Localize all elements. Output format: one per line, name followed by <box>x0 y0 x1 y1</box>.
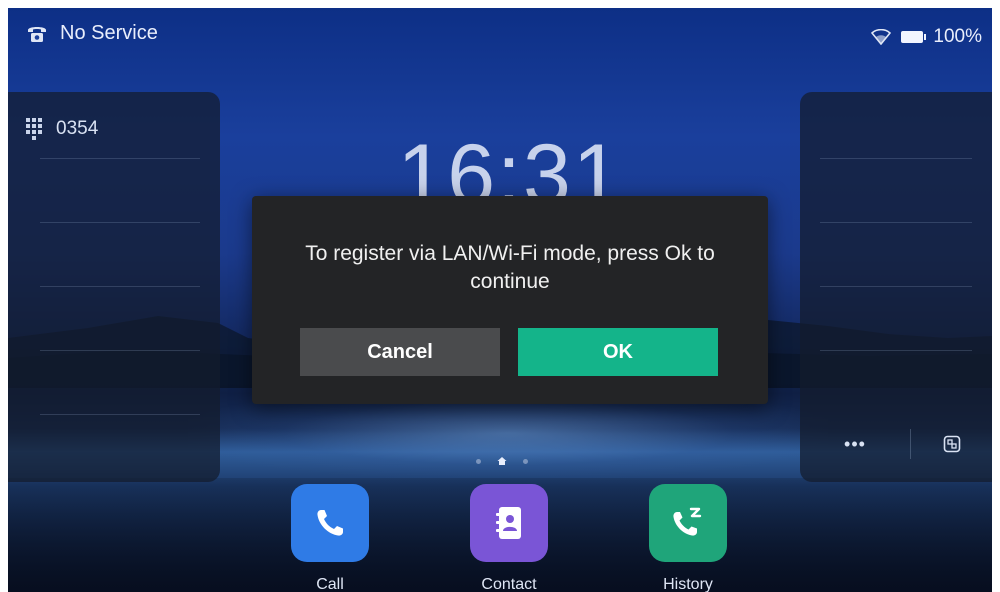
more-icon: ••• <box>844 433 866 454</box>
dock-label: History <box>663 576 713 592</box>
call-history-icon <box>673 507 702 536</box>
switch-screen-icon <box>943 435 960 453</box>
phone-handset-icon <box>28 26 46 42</box>
ok-button[interactable]: OK <box>518 328 718 376</box>
switch-screen-button[interactable] <box>911 435 992 453</box>
dock-label: Call <box>316 576 344 592</box>
phone-screen: No Service 100% 0354 ••• 16:31 Call Cont… <box>8 8 992 592</box>
page-dot <box>476 458 481 464</box>
dialpad-icon <box>26 118 42 140</box>
page-dot <box>523 458 528 464</box>
home-page-icon <box>497 457 507 465</box>
panel-divider <box>40 414 200 415</box>
status-bar-right: 100% <box>871 26 982 48</box>
wifi-icon <box>871 29 892 45</box>
contact-book-icon <box>496 507 521 539</box>
account-number: 0354 <box>56 118 99 139</box>
panel-actions: ••• <box>800 424 992 464</box>
panel-divider <box>820 350 972 351</box>
call-app-icon[interactable] <box>291 484 369 562</box>
battery-percentage: 100% <box>933 26 982 47</box>
panel-divider <box>40 286 200 287</box>
history-app-icon[interactable] <box>649 484 727 562</box>
panel-divider <box>820 158 972 159</box>
panel-divider <box>820 222 972 223</box>
service-status-text: No Service <box>60 22 158 44</box>
panel-divider <box>40 158 200 159</box>
shortcut-panel: ••• <box>800 92 992 482</box>
dock-label: Contact <box>481 576 537 592</box>
dock-app-contact[interactable]: Contact <box>459 484 559 592</box>
account-panel: 0354 <box>8 92 220 482</box>
phone-icon <box>317 510 343 536</box>
panel-divider <box>40 350 200 351</box>
contact-app-icon[interactable] <box>470 484 548 562</box>
dock-app-call[interactable]: Call <box>280 484 380 592</box>
panel-divider <box>40 222 200 223</box>
battery-icon <box>901 31 927 43</box>
dock-app-history[interactable]: History <box>638 484 738 592</box>
account-line[interactable]: 0354 <box>26 118 98 140</box>
register-mode-dialog: To register via LAN/Wi-Fi mode, press Ok… <box>252 196 768 404</box>
panel-divider <box>820 286 972 287</box>
page-indicator <box>476 456 528 466</box>
cancel-button[interactable]: Cancel <box>300 328 500 376</box>
more-button[interactable]: ••• <box>800 434 910 455</box>
status-bar-left: No Service <box>26 22 158 45</box>
dialog-message: To register via LAN/Wi-Fi mode, press Ok… <box>305 242 715 293</box>
